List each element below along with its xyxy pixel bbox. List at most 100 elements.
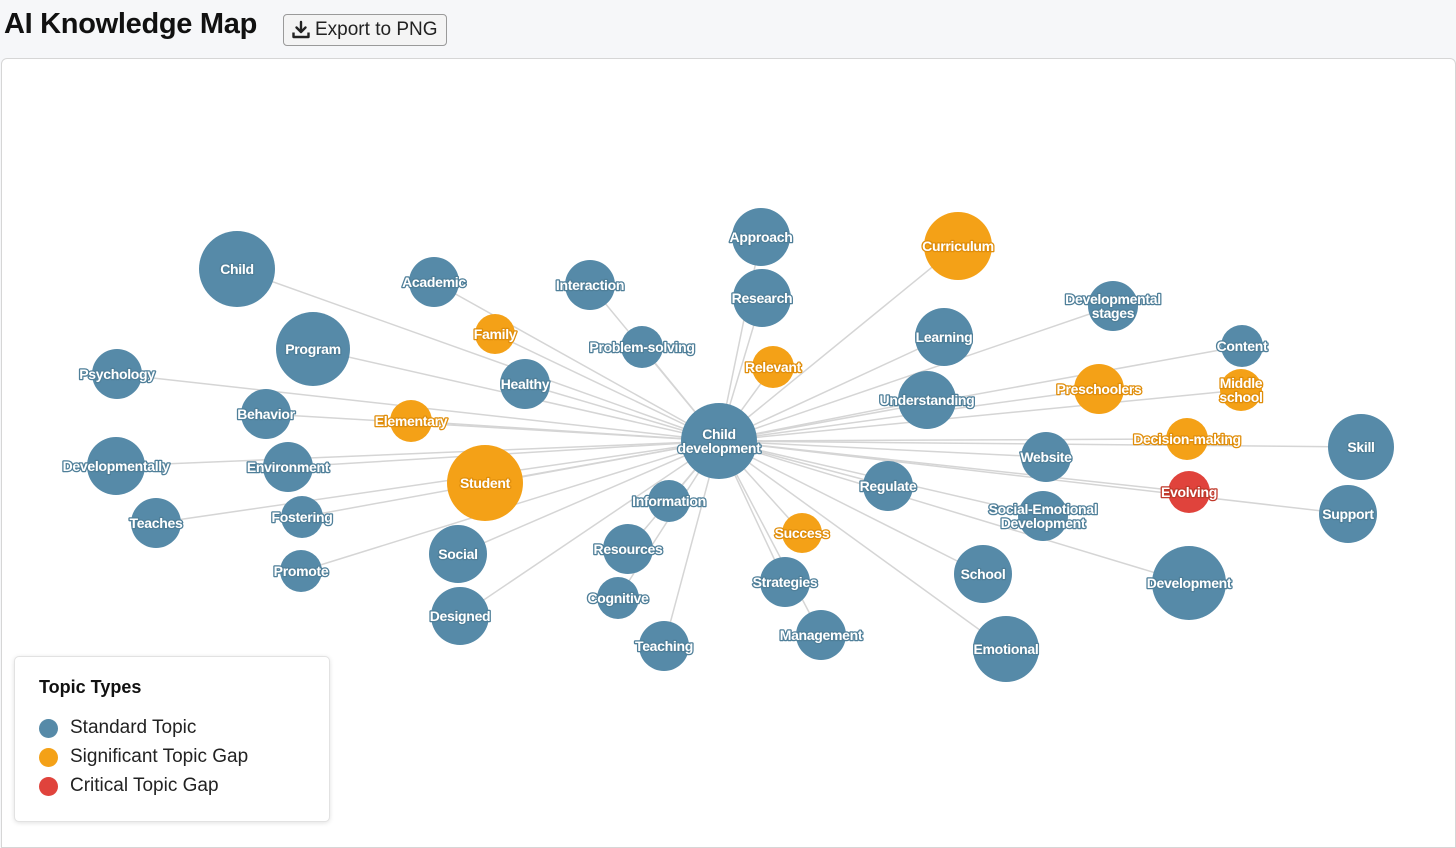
node-label-support: Support [1322, 506, 1374, 522]
node-learning[interactable]: Learning [914, 308, 974, 366]
standard-topic-dot [39, 718, 58, 738]
node-family[interactable]: Family [472, 314, 518, 354]
node-label-promote: Promote [274, 563, 329, 579]
node-label-skill: Skill [1347, 439, 1374, 455]
export-png-button[interactable]: Export to PNG [283, 14, 447, 46]
node-label-school: School [961, 566, 1006, 582]
node-label-website: Website [1020, 449, 1072, 465]
legend: Topic Types Standard Topic Significant T… [14, 656, 330, 822]
node-elementary[interactable]: Elementary [373, 400, 449, 442]
node-label-student: Student [460, 475, 511, 491]
node-layer: Child Academic Interaction Approach Curricul… [61, 208, 1394, 682]
significant-gap-dot [39, 747, 58, 767]
node-support[interactable]: Support [1319, 485, 1377, 543]
node-label-content: Content [1217, 338, 1268, 354]
node-student[interactable]: Student [447, 445, 523, 521]
node-label-decision-making: Decision-making [1133, 431, 1241, 447]
node-fostering[interactable]: Fostering [270, 496, 334, 538]
node-relevant[interactable]: Relevant [744, 346, 803, 388]
node-research[interactable]: Research [730, 269, 794, 327]
node-label-child: Child [220, 261, 254, 277]
node-label-interaction: Interaction [556, 277, 624, 293]
legend-label-significant: Significant Topic Gap [70, 746, 249, 767]
export-button-label: Export to PNG [315, 19, 438, 40]
legend-item-standard: Standard Topic [39, 716, 196, 740]
node-interaction[interactable]: Interaction [555, 260, 626, 310]
node-emotional[interactable]: Emotional [972, 616, 1040, 682]
legend-item-critical: Critical Topic Gap [39, 774, 219, 798]
node-information[interactable]: Information [631, 480, 707, 522]
edge-decision-making [718, 438, 1188, 442]
top-bar: AI Knowledge Map Export to PNG [0, 0, 1456, 58]
node-evolving[interactable]: Evolving [1160, 471, 1219, 513]
node-development[interactable]: Development [1145, 546, 1234, 620]
node-psychology[interactable]: Psychology [78, 349, 157, 399]
node-label-development: Development [1147, 575, 1232, 591]
legend-title: Topic Types [39, 677, 142, 697]
download-icon [291, 20, 311, 40]
node-regulate[interactable]: Regulate [858, 461, 918, 511]
node-understanding[interactable]: Understanding [878, 371, 976, 429]
node-label-family: Family [474, 326, 517, 342]
node-label-management: Management [780, 627, 863, 643]
node-healthy[interactable]: Healthy [499, 359, 551, 409]
node-label-social-emotional-development: Social-Emotional Development [989, 501, 1098, 531]
node-label-research: Research [732, 290, 793, 306]
node-label-teaching: Teaching [635, 638, 693, 654]
node-management[interactable]: Management [778, 610, 865, 660]
node-developmentally[interactable]: Developmentally [61, 437, 171, 495]
node-label-evolving: Evolving [1161, 484, 1217, 500]
node-label-fostering: Fostering [271, 509, 332, 525]
node-skill[interactable]: Skill [1328, 414, 1394, 480]
node-content[interactable]: Content [1215, 325, 1270, 367]
node-resources[interactable]: Resources [592, 524, 665, 574]
node-label-academic: Academic [402, 274, 466, 290]
node-middle-school[interactable]: Middle school [1218, 369, 1264, 411]
node-curriculum[interactable]: Curriculum [921, 212, 995, 280]
node-label-approach: Approach [730, 229, 793, 245]
node-label-healthy: Healthy [501, 376, 550, 392]
node-label-developmental-stages: Developmental stages [1065, 291, 1161, 321]
node-label-resources: Resources [594, 541, 663, 557]
node-developmental-stages[interactable]: Developmental stages [1064, 281, 1162, 331]
node-label-curriculum: Curriculum [922, 238, 994, 254]
page-title: AI Knowledge Map [4, 8, 257, 40]
node-cognitive[interactable]: Cognitive [586, 577, 651, 619]
node-label-psychology: Psychology [79, 366, 155, 382]
node-decision-making[interactable]: Decision-making [1132, 418, 1242, 460]
node-label-elementary: Elementary [375, 413, 448, 429]
node-promote[interactable]: Promote [272, 550, 330, 592]
node-designed[interactable]: Designed [428, 587, 492, 645]
node-label-cognitive: Cognitive [587, 590, 649, 606]
node-academic[interactable]: Academic [401, 257, 468, 307]
node-label-behavior: Behavior [237, 406, 295, 422]
legend-item-significant: Significant Topic Gap [39, 745, 248, 769]
node-social-emotional-development[interactable]: Social-Emotional Development [987, 491, 1099, 541]
node-teaches[interactable]: Teaches [128, 498, 185, 548]
node-school[interactable]: School [954, 545, 1012, 603]
knowledge-map-panel[interactable]: Child Academic Interaction Approach Curricul… [1, 58, 1456, 848]
node-label-problem-solving: Problem-solving [589, 339, 694, 355]
node-child-development[interactable]: Child development [676, 403, 763, 479]
node-environment[interactable]: Environment [246, 442, 331, 492]
node-child[interactable]: Child [199, 231, 275, 307]
legend-label-standard: Standard Topic [70, 717, 197, 738]
node-label-emotional: Emotional [974, 641, 1039, 657]
critical-gap-dot [39, 776, 58, 796]
edge-emotional [718, 440, 1007, 650]
node-problem-solving[interactable]: Problem-solving [588, 326, 696, 368]
node-teaching[interactable]: Teaching [634, 621, 695, 671]
node-label-regulate: Regulate [860, 478, 917, 494]
node-label-designed: Designed [430, 608, 491, 624]
node-behavior[interactable]: Behavior [236, 389, 297, 439]
node-label-developmentally: Developmentally [63, 458, 170, 474]
legend-label-critical: Critical Topic Gap [70, 775, 219, 796]
node-success[interactable]: Success [773, 513, 831, 553]
node-label-information: Information [632, 493, 706, 509]
node-label-relevant: Relevant [745, 359, 802, 375]
node-program[interactable]: Program [276, 312, 350, 386]
node-strategies[interactable]: Strategies [751, 557, 819, 607]
node-social[interactable]: Social [429, 525, 487, 583]
node-label-social: Social [438, 546, 477, 562]
node-approach[interactable]: Approach [728, 208, 794, 266]
